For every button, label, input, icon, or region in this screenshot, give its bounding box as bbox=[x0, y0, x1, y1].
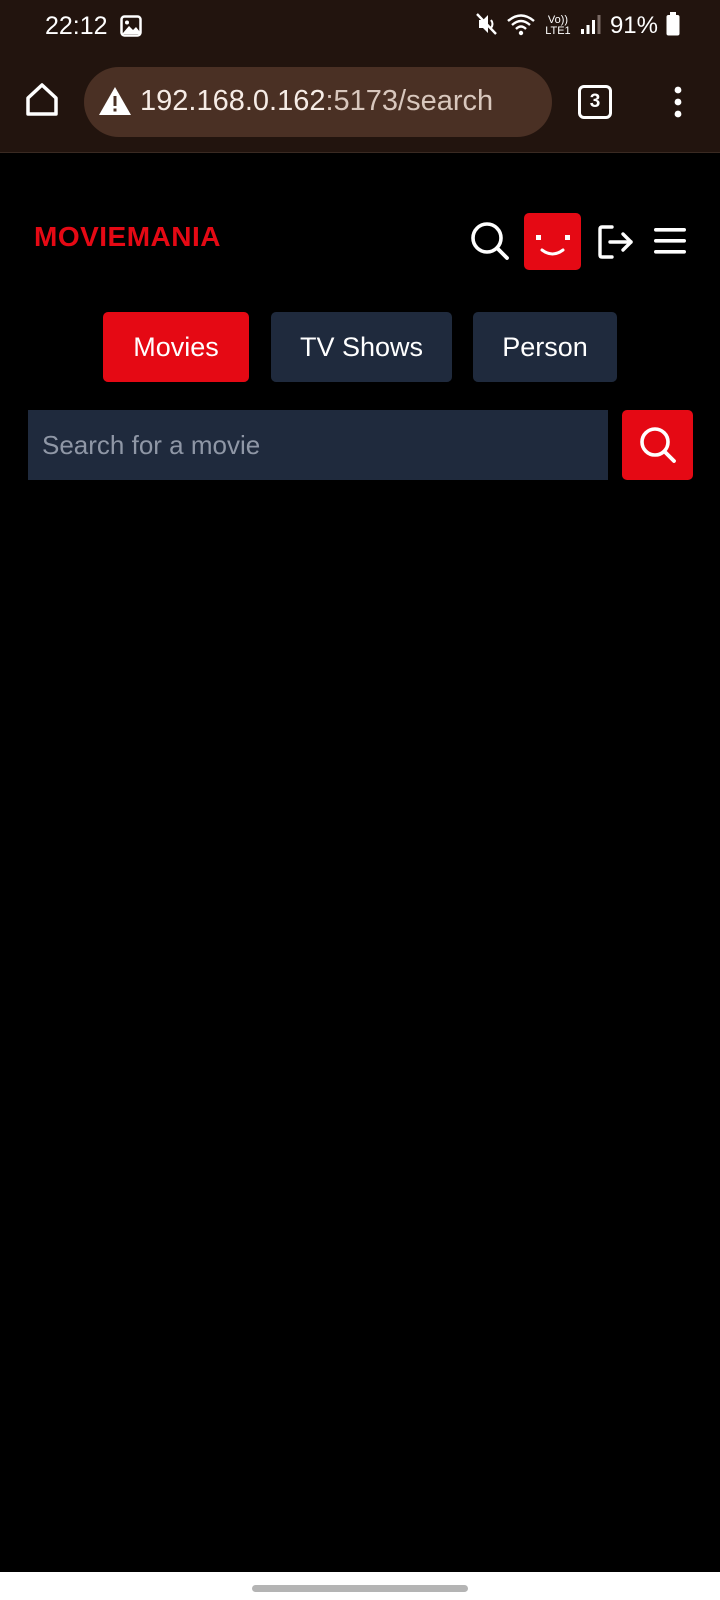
hamburger-menu-icon[interactable] bbox=[652, 224, 688, 258]
search-submit-button[interactable] bbox=[622, 410, 693, 480]
battery-icon bbox=[666, 11, 680, 41]
status-bar: 22:12 Vo)) LTE1 91% bbox=[0, 0, 720, 52]
tab-tv-shows[interactable]: TV Shows bbox=[271, 312, 452, 382]
mute-icon bbox=[476, 12, 498, 41]
home-button[interactable] bbox=[22, 80, 62, 120]
tab-movies[interactable]: Movies bbox=[103, 312, 249, 382]
gesture-handle[interactable] bbox=[252, 1585, 468, 1592]
search-form bbox=[28, 410, 693, 480]
address-bar[interactable]: 192.168.0.162:5173/search bbox=[84, 67, 552, 137]
more-vert-icon[interactable] bbox=[666, 82, 690, 122]
logout-icon[interactable] bbox=[596, 222, 636, 262]
url-path: :5173/search bbox=[325, 85, 494, 117]
gallery-icon bbox=[120, 15, 142, 37]
wifi-icon bbox=[506, 12, 536, 41]
warning-icon[interactable] bbox=[98, 85, 132, 117]
category-tabs: Movies TV Shows Person bbox=[0, 312, 720, 384]
search-input[interactable] bbox=[28, 410, 608, 480]
url-host: 192.168.0.162 bbox=[140, 85, 326, 117]
app-header: MovieMania bbox=[0, 200, 720, 280]
url-text: 192.168.0.162:5173/search bbox=[140, 85, 493, 118]
avatar-face-icon bbox=[536, 235, 570, 256]
search-icon[interactable] bbox=[469, 220, 511, 262]
battery-percentage: 91% bbox=[609, 12, 658, 39]
status-icons: Vo)) LTE1 91% bbox=[476, 10, 680, 42]
tab-switcher-button[interactable]: 3 bbox=[578, 85, 612, 119]
home-icon bbox=[26, 83, 58, 116]
address-bar-row: 192.168.0.162:5173/search 3 bbox=[0, 64, 720, 140]
search-icon bbox=[640, 427, 676, 463]
browser-chrome: 22:12 Vo)) LTE1 91% 192.168.0.162:5173/s… bbox=[0, 0, 720, 153]
status-time: 22:12 bbox=[45, 12, 108, 40]
network-label: Vo)) LTE1 bbox=[545, 14, 571, 37]
site-logo[interactable]: MovieMania bbox=[34, 221, 221, 253]
tab-person[interactable]: Person bbox=[473, 312, 617, 382]
navigation-gesture-area bbox=[0, 1572, 720, 1600]
avatar[interactable] bbox=[524, 213, 581, 270]
signal-icon bbox=[580, 13, 602, 40]
